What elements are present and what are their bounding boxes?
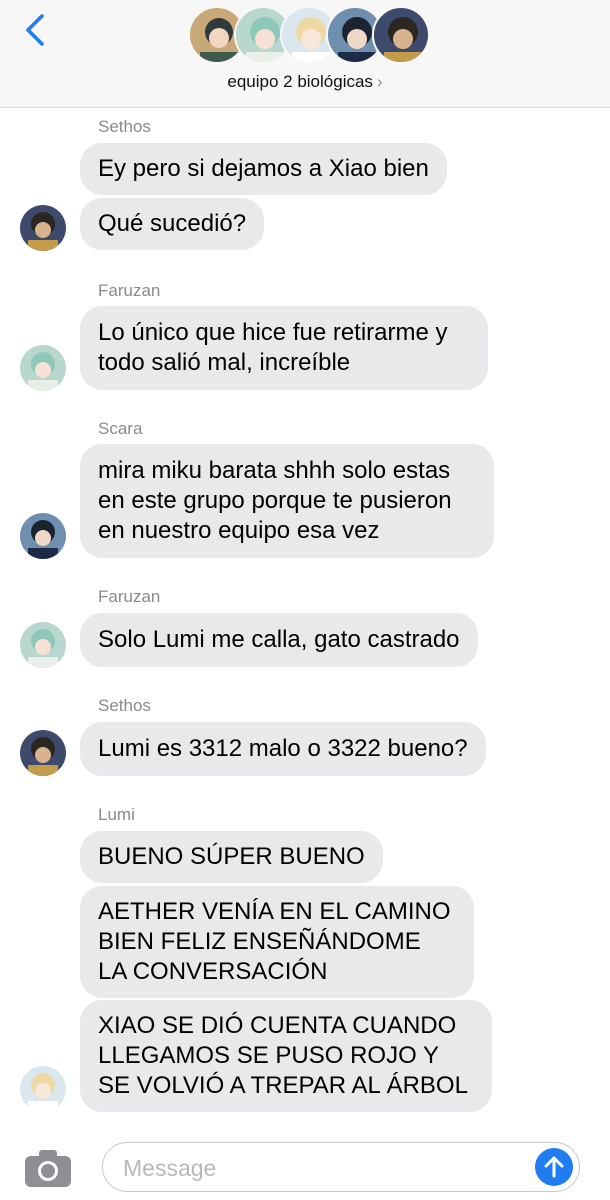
message-bubble[interactable]: Lo único que hice fue retirarme y todo s…: [80, 306, 488, 390]
message-bubble[interactable]: AETHER VENÍA EN EL CAMINO BIEN FELIZ ENS…: [80, 886, 474, 998]
sender-avatar-faruzan[interactable]: [20, 345, 66, 391]
group-avatars[interactable]: [188, 6, 430, 66]
sender-name: Faruzan: [98, 281, 161, 300]
sender-avatar-sethos[interactable]: [20, 205, 66, 251]
sender-avatar-faruzan[interactable]: [20, 622, 66, 668]
sender-avatar-sethos[interactable]: [20, 730, 66, 776]
send-button[interactable]: [535, 1148, 573, 1186]
back-button[interactable]: [20, 12, 50, 48]
sender-name: Sethos: [98, 696, 151, 715]
send-arrow-icon: [544, 1156, 564, 1178]
back-chevron-icon: [26, 14, 44, 46]
member-avatar: [372, 6, 430, 64]
group-name-label: equipo 2 biológicas: [227, 72, 373, 91]
message-input-placeholder: Message: [123, 1155, 217, 1181]
conversation-header: equipo 2 biológicas ›: [0, 0, 610, 108]
chevron-right-icon: ›: [376, 72, 383, 91]
message-bubble[interactable]: Solo Lumi me calla, gato castrado: [80, 613, 478, 667]
sender-avatar-scara[interactable]: [20, 513, 66, 559]
sender-name: Lumi: [98, 805, 135, 824]
message-bubble[interactable]: BUENO SÚPER BUENO: [80, 831, 383, 883]
message-bubble[interactable]: Qué sucedió?: [80, 198, 265, 250]
sender-name: Sethos: [98, 117, 151, 136]
camera-icon: [25, 1150, 71, 1187]
group-name[interactable]: equipo 2 biológicas ›: [0, 72, 610, 92]
message-bubble[interactable]: Lumi es 3312 malo o 3322 bueno?: [80, 722, 486, 776]
message-input[interactable]: Message: [102, 1142, 580, 1192]
sender-avatar-lumi[interactable]: [20, 1066, 66, 1112]
message-bubble[interactable]: XIAO SE DIÓ CUENTA CUANDO LLEGAMOS SE PU…: [80, 1000, 492, 1112]
sender-name: Scara: [98, 419, 143, 438]
message-bubble[interactable]: mira miku barata shhh solo estas en este…: [80, 444, 494, 558]
message-bubble[interactable]: Ey pero si dejamos a Xiao bien: [80, 143, 447, 195]
sender-name: Faruzan: [98, 587, 161, 606]
camera-button[interactable]: [24, 1148, 72, 1188]
